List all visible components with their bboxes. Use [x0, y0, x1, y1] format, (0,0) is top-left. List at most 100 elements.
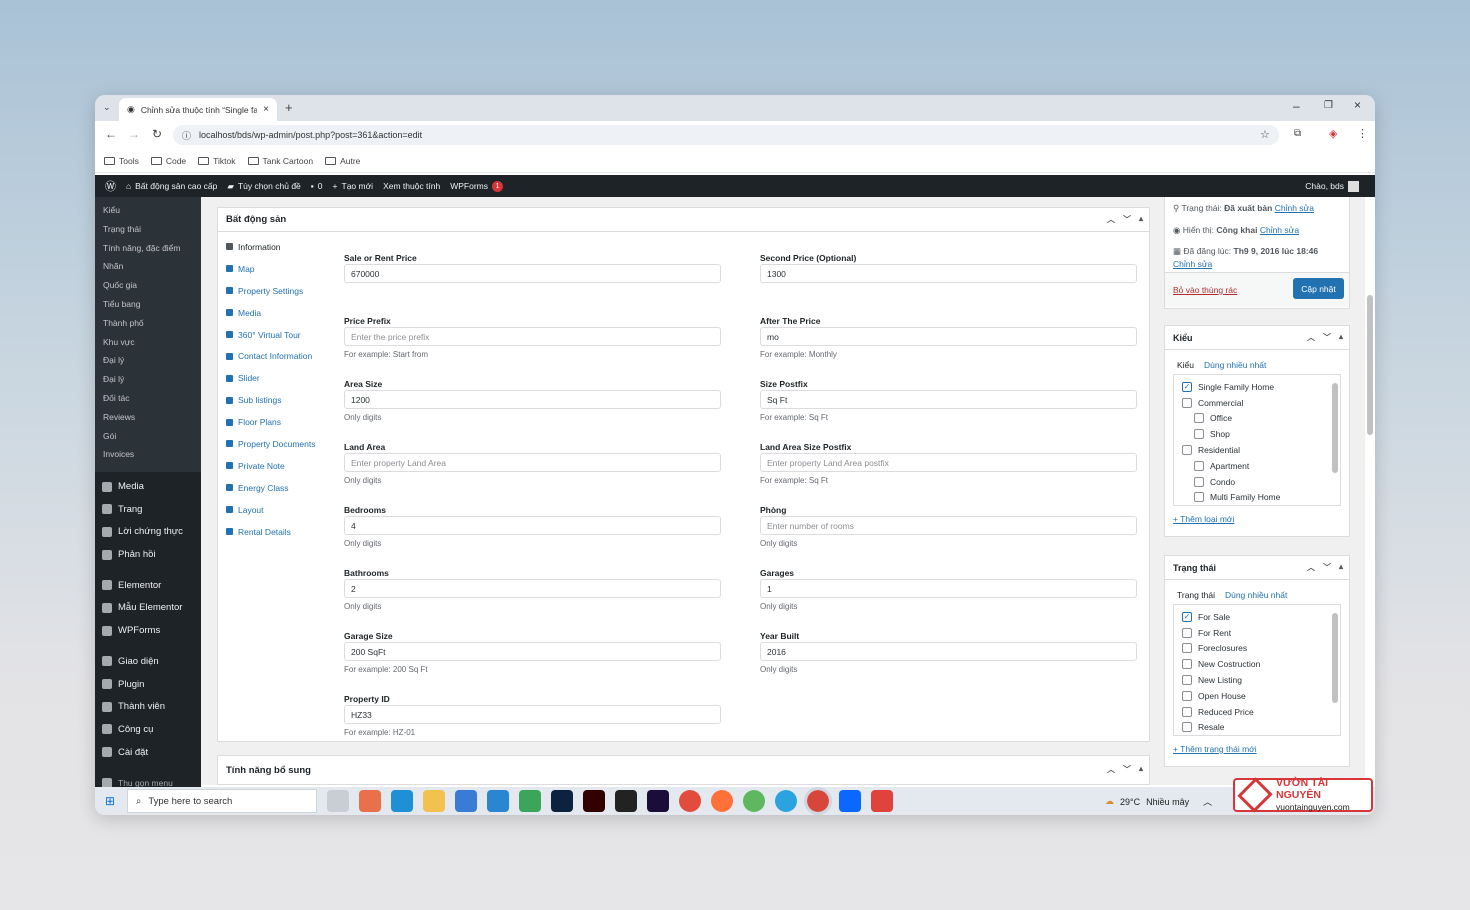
checkbox-box[interactable] [1194, 429, 1204, 440]
tab-map[interactable]: Map [218, 258, 336, 280]
bookmark-autre[interactable]: Autre [325, 156, 360, 166]
checkbox-office[interactable]: Office [1182, 411, 1340, 427]
tab-property-settings[interactable]: Property Settings [218, 280, 336, 302]
tab-most-used-types[interactable]: Dùng nhiều nhất [1204, 360, 1266, 370]
sidebar-item-mau-elementor[interactable]: Mẫu Elementor [95, 597, 201, 620]
land-area-input[interactable] [344, 453, 721, 472]
tab-floor-plans[interactable]: Floor Plans [218, 411, 336, 433]
store-icon[interactable] [455, 790, 477, 812]
wordpress-logo-icon[interactable]: Ⓦ [105, 178, 116, 194]
profile-extension-icon[interactable]: ◈ [1329, 127, 1337, 140]
close-window-icon[interactable]: × [1354, 98, 1361, 112]
scrollbar[interactable] [1332, 383, 1338, 473]
zalo-icon[interactable] [839, 790, 861, 812]
edit-visibility-link[interactable]: Chỉnh sửa [1260, 225, 1299, 235]
submenu-item-dai-ly[interactable]: Đại lý [103, 374, 201, 393]
adminbar-account[interactable]: Chào, bds [1305, 180, 1359, 192]
submenu-item-tieu-bang[interactable]: Tiểu bang [103, 299, 201, 318]
garage-size-input[interactable] [344, 642, 721, 661]
tab-layout[interactable]: Layout [218, 499, 336, 521]
move-down-icon[interactable]: ﹀ [1323, 562, 1331, 573]
move-down-icon[interactable]: ﹀ [1123, 214, 1131, 225]
checkbox-new-listing[interactable]: New Listing [1182, 672, 1340, 688]
submenu-item-goi[interactable]: Gói [103, 431, 201, 450]
land-area-size-postfix-input[interactable] [760, 453, 1137, 472]
move-up-icon[interactable]: ︿ [1307, 562, 1315, 573]
task-view-icon[interactable] [327, 790, 349, 812]
sidebar-item-cai-dat[interactable]: Cài đặt [95, 741, 201, 764]
checkbox-box[interactable]: ✓ [1182, 611, 1192, 622]
tab-media[interactable]: Media [218, 302, 336, 324]
submenu-item-invoices[interactable]: Invoices [103, 449, 201, 468]
second-price-optional-input[interactable] [760, 264, 1137, 283]
adminbar-comments[interactable]: ▪ 0 [311, 181, 323, 191]
tab-360-virtual-tour[interactable]: 360° Virtual Tour [218, 324, 336, 346]
reload-icon[interactable]: ↻ [152, 127, 162, 141]
sidebar-item-cong-cu[interactable]: Công cụ [95, 718, 201, 741]
area-size-input[interactable] [344, 390, 721, 409]
tab-private-note[interactable]: Private Note [218, 455, 336, 477]
submenu-item-kieu[interactable]: Kiểu [103, 205, 201, 224]
sidebar-item-media[interactable]: Media [95, 475, 201, 498]
browser-menu-icon[interactable]: ⋮ [1357, 127, 1368, 140]
illustrator-icon[interactable] [583, 790, 605, 812]
submenu-item-doi-tac[interactable]: Đối tác [103, 393, 201, 412]
sidebar-item-giao-dien[interactable]: Giao diện [95, 650, 201, 673]
checkbox-single-family-home[interactable]: ✓ Single Family Home [1182, 379, 1340, 395]
photoshop-icon[interactable] [551, 790, 573, 812]
checkbox-box[interactable] [1182, 397, 1192, 408]
checkbox-new-costruction[interactable]: New Costruction [1182, 656, 1340, 672]
sidebar-item-elementor[interactable]: Elementor [95, 574, 201, 597]
chrome-active-icon[interactable] [804, 787, 832, 815]
forward-icon[interactable]: → [128, 127, 140, 141]
checkbox-box[interactable] [1194, 460, 1204, 471]
checkbox-multi-family-home[interactable]: Multi Family Home [1182, 490, 1340, 505]
chrome-canary-icon[interactable] [743, 790, 765, 812]
checkbox-box[interactable] [1182, 706, 1192, 717]
browser-tab[interactable]: ◉ Chỉnh sửa thuộc tính “Single fa × [119, 98, 277, 121]
checkbox-commercial[interactable]: Commercial [1182, 395, 1340, 411]
submenu-item-khu-vuc[interactable]: Khu vực [103, 337, 201, 356]
price-prefix-input[interactable] [344, 327, 721, 346]
tab-rental-details[interactable]: Rental Details [218, 521, 336, 543]
sidebar-item-trang[interactable]: Trang [95, 498, 201, 521]
checkbox-box[interactable] [1182, 690, 1192, 701]
checkbox-box[interactable] [1182, 627, 1192, 638]
sidebar-item-wpforms[interactable]: WPForms [95, 619, 201, 642]
tab-slider[interactable]: Slider [218, 367, 336, 389]
checkbox-open-house[interactable]: Open House [1182, 688, 1340, 704]
file-explorer-icon[interactable] [423, 790, 445, 812]
after-the-price-input[interactable] [760, 327, 1137, 346]
checkbox-box[interactable] [1182, 643, 1192, 654]
garages-input[interactable] [760, 579, 1137, 598]
checkbox-box[interactable] [1194, 476, 1204, 487]
year-built-input[interactable] [760, 642, 1137, 661]
checkbox-apartment[interactable]: Apartment [1182, 458, 1340, 474]
checkbox-box[interactable] [1194, 492, 1204, 503]
chevron-up-icon[interactable]: ︿ [1203, 795, 1212, 808]
submenu-item-trang-thai[interactable]: Trạng thái [103, 224, 201, 243]
maximize-icon[interactable]: ❐ [1324, 100, 1333, 111]
tab-property-documents[interactable]: Property Documents [218, 433, 336, 455]
bookmark-code[interactable]: Code [150, 156, 186, 166]
tab-search-icon[interactable]: ⌄ [103, 102, 111, 113]
telegram-icon[interactable] [775, 790, 797, 812]
adminbar-new[interactable]: + Tạo mới [333, 181, 374, 191]
checkbox-box[interactable] [1182, 659, 1192, 670]
checkbox-for-sale[interactable]: ✓ For Sale [1182, 609, 1340, 625]
recorder-icon[interactable] [871, 790, 893, 812]
scrollbar[interactable] [1332, 613, 1338, 703]
toggle-panel-icon[interactable]: ▴ [1339, 562, 1343, 573]
sidebar-item-plugin[interactable]: Plugin [95, 673, 201, 696]
move-up-icon[interactable]: ︿ [1307, 332, 1315, 343]
property-id-input[interactable] [344, 705, 721, 724]
move-down-icon[interactable]: ﹀ [1323, 332, 1331, 343]
checkbox-resale[interactable]: Resale [1182, 720, 1340, 735]
camtasia-icon[interactable] [519, 790, 541, 812]
minimize-icon[interactable]: – [1293, 99, 1300, 113]
add-type-link[interactable]: + Thêm loại mới [1165, 506, 1349, 524]
sidebar-item-thanh-vien[interactable]: Thành viên [95, 695, 201, 718]
trash-link[interactable]: Bỏ vào thùng rác [1173, 285, 1237, 295]
tab-information[interactable]: Information [218, 236, 336, 258]
bookmark-tools[interactable]: Tools [104, 156, 139, 166]
